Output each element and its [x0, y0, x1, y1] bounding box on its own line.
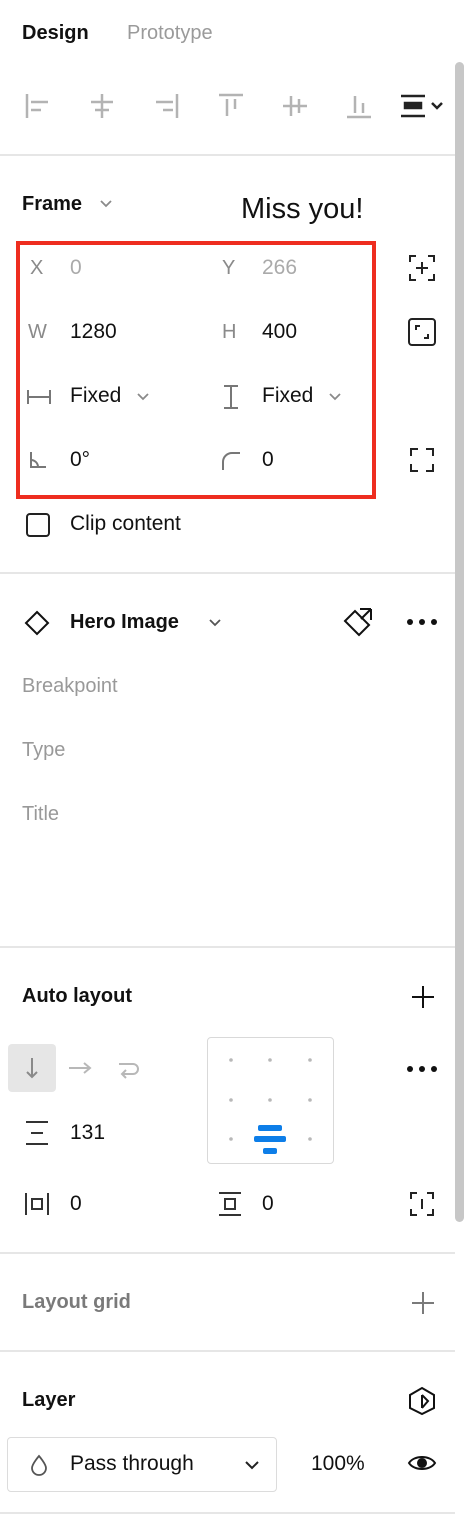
vertical-padding-icon — [219, 1192, 241, 1216]
layout-grid-title: Layout grid — [22, 1291, 131, 1313]
h-label: H — [222, 321, 237, 343]
vertical-padding-field[interactable]: 0 — [262, 1192, 274, 1216]
chevron-down-icon — [245, 1461, 259, 1470]
blend-mode-value: Pass through — [70, 1452, 194, 1475]
resize-to-fit-icon[interactable] — [408, 318, 436, 346]
layer-title: Layer — [22, 1389, 76, 1411]
align-top-icon[interactable] — [217, 92, 245, 120]
plus-icon[interactable] — [410, 1290, 436, 1316]
corner-radius-field[interactable]: 0 — [262, 448, 274, 472]
horizontal-padding-icon — [25, 1193, 49, 1215]
blend-options-icon[interactable] — [406, 1386, 438, 1416]
add-to-frame-icon[interactable] — [408, 254, 436, 282]
blend-mode-select[interactable]: Pass through — [7, 1437, 277, 1492]
direction-vertical-button[interactable] — [8, 1044, 56, 1092]
component-name[interactable]: Hero Image — [70, 611, 179, 634]
w-label: W — [28, 321, 47, 343]
arrow-down-icon — [26, 1058, 38, 1079]
align-bottom-icon[interactable] — [345, 92, 373, 120]
alignment-grid[interactable] — [207, 1037, 334, 1164]
x-label: X — [30, 257, 44, 279]
y-label: Y — [222, 257, 236, 279]
distribute-icon[interactable] — [399, 92, 447, 120]
prop-type[interactable]: Type — [22, 739, 65, 762]
chevron-down-icon[interactable] — [136, 390, 150, 404]
chevron-down-icon[interactable] — [208, 616, 222, 630]
frame-title[interactable]: Frame — [22, 193, 82, 216]
rotation-field[interactable]: 0° — [70, 448, 90, 472]
prop-breakpoint[interactable]: Breakpoint — [22, 675, 118, 698]
eye-icon[interactable] — [407, 1452, 437, 1474]
tab-prototype[interactable]: Prototype — [127, 22, 213, 45]
prop-title[interactable]: Title — [22, 803, 59, 826]
drop-icon — [31, 1454, 47, 1476]
horizontal-padding-field[interactable]: 0 — [70, 1192, 82, 1216]
independent-corners-icon[interactable] — [409, 447, 435, 473]
chevron-down-icon[interactable] — [99, 197, 113, 211]
go-to-main-component-icon[interactable] — [342, 606, 374, 638]
vertical-resizing-icon — [224, 385, 238, 409]
align-left-icon[interactable] — [24, 92, 52, 120]
tab-design[interactable]: Design — [22, 22, 89, 45]
clip-content-label: Clip content — [70, 512, 181, 535]
align-vertical-center-icon[interactable] — [281, 92, 309, 120]
alignment-grid-dots — [229, 1058, 312, 1154]
spacing-field[interactable]: 131 — [70, 1121, 105, 1145]
width-sizing-select[interactable]: Fixed — [70, 384, 121, 408]
opacity-field[interactable]: 100% — [311, 1452, 365, 1476]
x-field[interactable]: 0 — [70, 256, 82, 280]
align-right-icon[interactable] — [152, 92, 180, 120]
clip-content-checkbox[interactable] — [26, 513, 50, 537]
chevron-down-icon[interactable] — [328, 390, 342, 404]
auto-layout-title: Auto layout — [22, 985, 132, 1007]
more-options-icon[interactable] — [406, 1064, 438, 1074]
plus-icon[interactable] — [410, 984, 436, 1010]
scrollbar[interactable] — [455, 62, 464, 1222]
rotation-icon — [30, 452, 46, 468]
more-options-icon[interactable] — [406, 617, 438, 627]
overlay-text: Miss you! — [241, 193, 364, 225]
horizontal-resizing-icon — [27, 390, 51, 404]
height-sizing-select[interactable]: Fixed — [262, 384, 313, 408]
spacing-between-icon — [26, 1121, 48, 1145]
w-field[interactable]: 1280 — [70, 320, 117, 344]
corner-radius-icon — [222, 452, 240, 470]
wrap-icon[interactable] — [116, 1056, 140, 1080]
y-field[interactable]: 266 — [262, 256, 297, 280]
individual-padding-icon[interactable] — [409, 1191, 435, 1217]
align-horizontal-center-icon[interactable] — [88, 92, 116, 120]
h-field[interactable]: 400 — [262, 320, 297, 344]
arrow-right-icon[interactable] — [67, 1060, 93, 1076]
component-instance-icon — [24, 610, 50, 636]
